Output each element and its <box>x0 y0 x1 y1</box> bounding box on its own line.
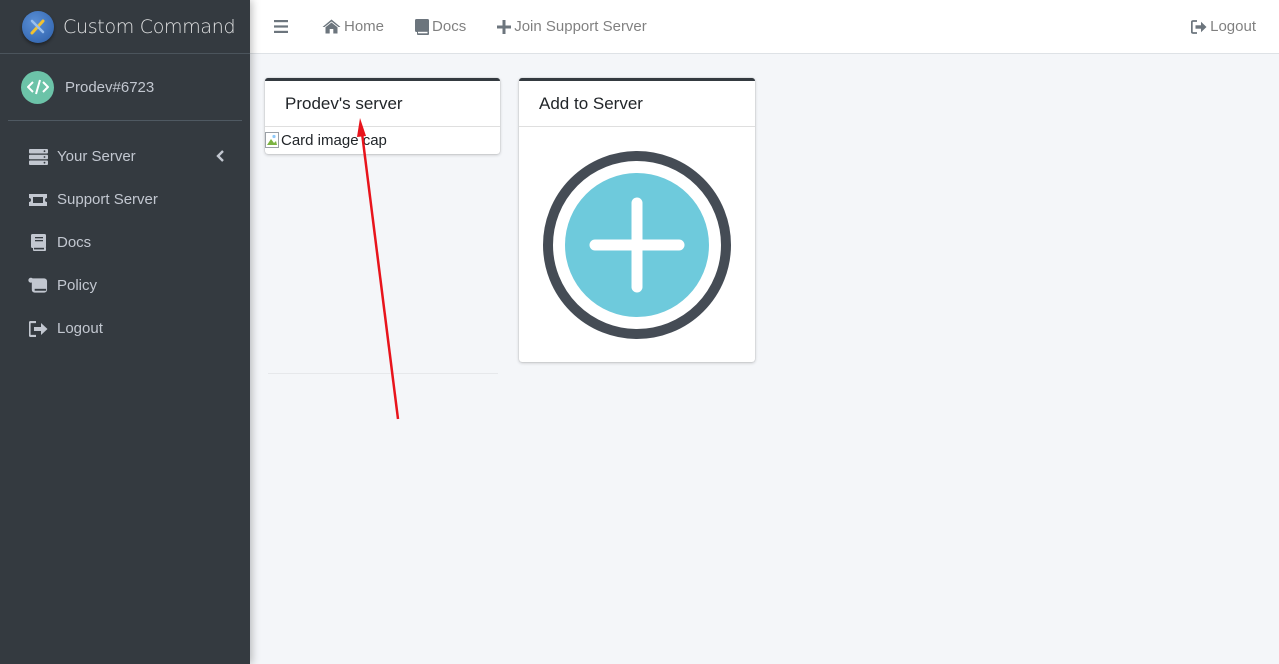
nav-home-link[interactable]: Home <box>322 0 384 54</box>
book-icon <box>28 234 48 252</box>
server-card-title: Prodev's server <box>265 81 500 127</box>
user-panel[interactable]: Prodev#6723 <box>8 54 242 121</box>
divider <box>268 373 498 374</box>
server-card[interactable]: Prodev's server Card image cap <box>265 78 500 154</box>
sidebar: Custom Command Prodev#6723 Your Server S… <box>0 0 250 664</box>
sidebar-item-label: Docs <box>57 234 92 251</box>
sign-out-icon <box>28 320 48 338</box>
hamburger-icon <box>274 20 288 33</box>
sidebar-item-policy[interactable]: Policy <box>0 264 250 307</box>
user-name: Prodev#6723 <box>65 78 155 96</box>
nav-docs-link[interactable]: Docs <box>415 0 466 54</box>
sign-out-icon <box>1191 19 1207 34</box>
card-image: Card image cap <box>265 127 500 153</box>
server-icon <box>28 148 48 166</box>
sidebar-item-logout[interactable]: Logout <box>0 307 250 350</box>
add-server-icon[interactable] <box>543 151 731 344</box>
card-image-alt-text: Card image cap <box>281 131 387 149</box>
sidebar-item-label: Your Server <box>57 148 136 165</box>
nav-logout-link[interactable]: Logout <box>1191 0 1256 54</box>
nav-join-support-label: Join Support Server <box>514 18 647 35</box>
nav-join-support-link[interactable]: Join Support Server <box>497 0 647 54</box>
add-to-server-card[interactable]: Add to Server <box>519 78 755 362</box>
code-icon <box>21 70 54 104</box>
book-icon <box>415 18 430 35</box>
sidebar-item-label: Policy <box>57 277 98 294</box>
top-navbar: Home Docs Join Support Server Logout <box>250 0 1279 54</box>
sidebar-item-support-server[interactable]: Support Server <box>0 178 250 221</box>
sidebar-item-label: Logout <box>57 320 103 337</box>
broken-image-icon <box>265 132 279 148</box>
brand-link[interactable]: Custom Command <box>0 0 250 54</box>
ticket-icon <box>28 191 48 209</box>
chevron-left-icon <box>216 149 226 163</box>
nav-logout-label: Logout <box>1210 18 1256 35</box>
home-icon <box>322 19 341 34</box>
plus-icon <box>497 19 512 34</box>
menu-toggle-button[interactable] <box>274 0 291 54</box>
brand-logo-icon <box>22 10 54 43</box>
scroll-icon <box>28 277 48 295</box>
add-to-server-title: Add to Server <box>519 81 755 127</box>
sidebar-item-docs[interactable]: Docs <box>0 221 250 264</box>
sidebar-item-label: Support Server <box>57 191 158 208</box>
sidebar-item-your-server[interactable]: Your Server <box>0 135 250 178</box>
sidebar-nav: Your Server Support Server Docs Policy L… <box>0 135 250 350</box>
nav-home-label: Home <box>344 18 385 35</box>
brand-title: Custom Command <box>63 15 236 38</box>
nav-docs-label: Docs <box>432 18 467 35</box>
